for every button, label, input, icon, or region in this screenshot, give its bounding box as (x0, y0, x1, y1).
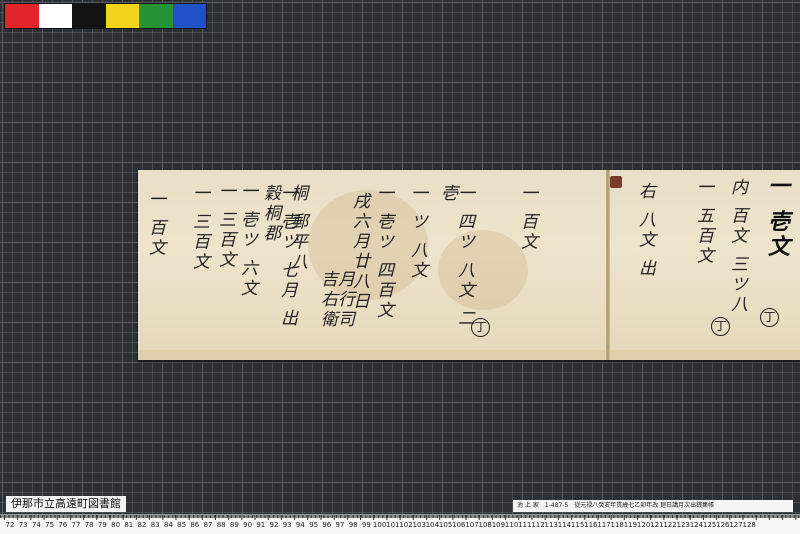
ruler-tick-label: 120 (636, 521, 651, 529)
ruler-tick-label: 110 (504, 521, 519, 529)
ruler-tick-label: 76 (58, 521, 68, 529)
ruler-tick-label: 102 (399, 521, 413, 529)
ruler-tick-label: 78 (84, 521, 94, 529)
ruler-tick-label: 112 (531, 521, 545, 529)
library-label: 伊那市立高遠町図書館 (6, 496, 126, 512)
swatch-red (5, 4, 39, 28)
ruler-tick-label: 119 (623, 521, 638, 529)
ruler-tick-label: 98 (348, 521, 358, 529)
handwritten-column: 一 四ツ 八文 二 壱 (437, 184, 474, 330)
ruler-tick-label: 109 (491, 521, 506, 529)
ruler-tick-label: 127 (729, 521, 743, 529)
swatch-white (38, 4, 72, 28)
swatch-black (72, 4, 106, 28)
handwritten-column: 一 壱ツ 四百文 (373, 184, 393, 321)
ruler-tick-label: 73 (18, 521, 28, 529)
handwritten-column: 内 百文 三ツ八 (727, 178, 747, 315)
ruler-tick-label: 92 (269, 521, 279, 529)
swatch-yellow (105, 4, 139, 28)
ruler-tick-label: 85 (177, 521, 187, 529)
swatch-blue (172, 4, 206, 28)
ruler-tick-label: 123 (676, 521, 690, 529)
ruler-tick-label: 124 (689, 521, 704, 529)
catalog-number: 1-487-5 (544, 502, 569, 509)
ruler-tick-label: 79 (97, 521, 107, 529)
ruler-tick-label: 114 (557, 521, 572, 529)
ruler-labels: 72 73 74 75 76 77 78 79 80 81 82 83 84 85 86 87 88 89 90 91… (0, 521, 800, 533)
ruler-tick-label: 116 (584, 521, 598, 529)
ruler-tick-label: 89 (229, 521, 239, 529)
ruler-tick-label: 117 (597, 521, 611, 529)
ruler-tick-label: 74 (31, 521, 41, 529)
handwritten-column: 戌六月廿八日 (349, 192, 369, 312)
handwritten-column: 一 壱ツ 六文 (237, 182, 257, 299)
ruler-tick-label: 111 (518, 521, 532, 529)
page-number-mark (610, 176, 622, 188)
ruler-tick-label: 115 (570, 521, 585, 529)
sheet-seam (606, 170, 610, 360)
ruler-tick-label: 107 (465, 521, 479, 529)
ruler-tick-label: 86 (190, 521, 200, 529)
handwritten-column: 一 ツ 八文 (407, 184, 427, 281)
ruler-tick-label: 88 (216, 521, 226, 529)
ruler-tick-label: 99 (361, 521, 371, 529)
ruler-tick-label: 100 (372, 521, 387, 529)
ruler-tick-label: 77 (71, 521, 81, 529)
ruler-tick-label: 104 (425, 521, 440, 529)
ruler-tick-label: 126 (716, 521, 730, 529)
handwritten-column: 右 八文 出 (635, 182, 655, 279)
ruler-tick-label: 96 (322, 521, 332, 529)
document-scroll: 一 百文 一 三百文 一 三百文 一 壱ツ 六文 一 壱ツ 七月 出穀桐郡 桐 … (138, 170, 800, 360)
handwritten-column: 一 百文 (145, 190, 165, 259)
handwritten-column: 一 三百文 (215, 182, 235, 271)
handwritten-column: 一 三百文 (189, 184, 209, 273)
handwritten-column: 月行司 吉右衛 (317, 270, 354, 330)
ruler-tick-label: 103 (412, 521, 426, 529)
ruler-tick-label: 87 (203, 521, 213, 529)
ruler-tick-label: 101 (386, 521, 400, 529)
ruler-tick-label: 121 (650, 521, 664, 529)
ruler-tick-label: 113 (544, 521, 558, 529)
ruler-tick-label: 122 (663, 521, 677, 529)
ruler-tick-label: 91 (256, 521, 266, 529)
ruler-tick-label: 83 (150, 521, 160, 529)
ruler-tick-label: 81 (124, 521, 134, 529)
ruler-tick-label: 95 (309, 521, 319, 529)
handwritten-column: 一 百文 (517, 184, 537, 253)
swatch-green (139, 4, 173, 28)
ruler-tick-label: 118 (610, 521, 624, 529)
ruler-tick-label: 94 (295, 521, 305, 529)
circled-mark: 丁 (471, 318, 490, 337)
handwritten-column: 一 五百文 (693, 178, 713, 267)
ruler-tick-label: 93 (282, 521, 292, 529)
color-calibration-bar (4, 3, 207, 29)
ruler-tick-label: 108 (478, 521, 492, 529)
ruler-tick-label: 105 (438, 521, 453, 529)
ruler-tick-label: 106 (452, 521, 466, 529)
handwritten-column: 桐 郵平八 (287, 184, 307, 273)
ruler-tick-label: 82 (137, 521, 147, 529)
measurement-ruler: 72 73 74 75 76 77 78 79 80 81 82 83 84 85 86 87 88 89 90 91… (0, 514, 800, 534)
handwritten-column: 一 壱文 (764, 174, 790, 260)
ruler-tick-label: 125 (702, 521, 717, 529)
catalog-collection: 池 上 家 (517, 502, 539, 509)
catalog-info-bar: 池 上 家 1-487-5 従元禄八癸亥年貫歳七乙卯年改 廻日講月次出銭集帳 (513, 500, 793, 512)
ruler-tick-label: 97 (335, 521, 345, 529)
ruler-tick-label: 80 (111, 521, 121, 529)
ruler-tick-label: 75 (45, 521, 55, 529)
ruler-tick-label: 84 (163, 521, 173, 529)
catalog-title: 従元禄八癸亥年貫歳七乙卯年改 廻日講月次出銭集帳 (574, 502, 715, 509)
ruler-tick-label: 90 (243, 521, 253, 529)
ruler-tick-label: 128 (742, 521, 756, 529)
ruler-tick-label: 72 (5, 521, 15, 529)
